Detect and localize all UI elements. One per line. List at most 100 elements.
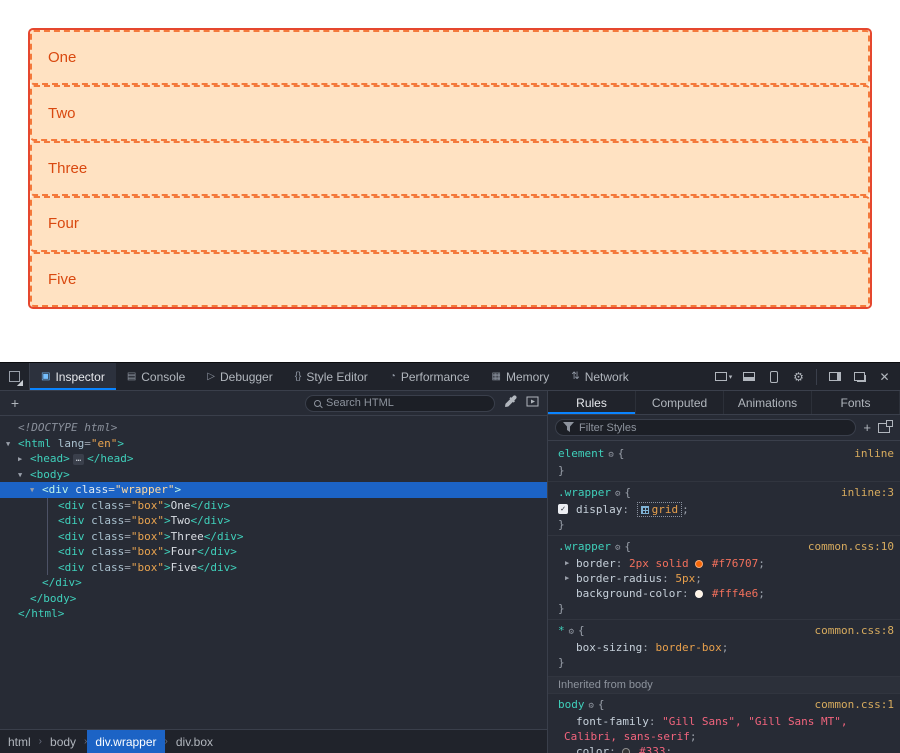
- markup-token: "box": [131, 561, 164, 574]
- expander-icon[interactable]: ▶: [565, 571, 569, 586]
- indent-guide: [47, 560, 48, 576]
- page-box-label: Five: [48, 271, 76, 288]
- rule-gear-icon[interactable]: ⚙: [608, 450, 613, 460]
- markup-token: "wrapper": [115, 483, 175, 496]
- tab-inspector[interactable]: ▣Inspector: [30, 363, 116, 390]
- markup-token: </div>: [42, 576, 82, 589]
- twisty-icon[interactable]: ▶: [18, 452, 22, 468]
- markup-token: lang: [51, 437, 84, 450]
- twisty-icon[interactable]: ▼: [30, 483, 34, 499]
- memory-icon: ▦: [492, 371, 501, 382]
- screenshot-icon[interactable]: [526, 396, 539, 410]
- css-declaration[interactable]: ▶border: 2px solid #f76707;: [558, 556, 894, 571]
- settings-icon[interactable]: ⚙: [787, 367, 810, 387]
- tab-performance[interactable]: ◔Performance: [379, 363, 481, 390]
- debugger-icon: ▷: [207, 371, 215, 382]
- sidebar-tab-fonts[interactable]: Fonts: [812, 391, 900, 414]
- tab-memory[interactable]: ▦Memory: [481, 363, 561, 390]
- rule-header: common.css:10.wrapper⚙{: [558, 539, 894, 556]
- sidebar-tab-computed[interactable]: Computed: [636, 391, 724, 414]
- eyedropper-icon[interactable]: [504, 395, 517, 411]
- expander-icon[interactable]: ▶: [565, 556, 569, 571]
- markup-line[interactable]: <div class="box">Four</div>: [0, 544, 547, 560]
- rule-selector: *: [558, 624, 565, 637]
- collapsed-ellipsis[interactable]: …: [73, 454, 84, 465]
- markup-token: >: [164, 499, 171, 512]
- markup-line[interactable]: </body>: [0, 591, 547, 607]
- search-input[interactable]: [326, 397, 486, 409]
- color-swatch[interactable]: [695, 560, 703, 568]
- rule-gear-icon[interactable]: ⚙: [569, 627, 574, 637]
- sidebar-tab-animations[interactable]: Animations: [724, 391, 812, 414]
- rule-gear-icon[interactable]: ⚙: [615, 543, 620, 553]
- markup-line[interactable]: </html>: [0, 606, 547, 622]
- markup-token: <div: [58, 530, 85, 543]
- responsive-design-icon[interactable]: [762, 367, 785, 387]
- color-swatch[interactable]: [622, 748, 630, 753]
- markup-token: =: [124, 561, 131, 574]
- tab-network[interactable]: ⇅Network: [560, 363, 639, 390]
- markup-line[interactable]: ▶<head>…</head>: [0, 451, 547, 467]
- css-value: #333: [632, 745, 665, 753]
- css-declaration[interactable]: color: #333;: [558, 744, 894, 753]
- tab-console[interactable]: ▤Console: [116, 363, 196, 390]
- indent-guide: [47, 513, 48, 529]
- markup-line[interactable]: <div class="box">Two</div>: [0, 513, 547, 529]
- rule-source-link[interactable]: inline:3: [841, 485, 894, 500]
- css-rule: common.css:8*⚙{box-sizing: border-box;}: [548, 619, 900, 673]
- markup-line[interactable]: <div class="box">Three</div>: [0, 529, 547, 545]
- twisty-icon[interactable]: ▼: [18, 468, 22, 484]
- css-rule: common.css:1body⚙{font-family: "Gill San…: [548, 693, 900, 753]
- separate-window-icon[interactable]: [848, 367, 871, 387]
- declaration-checkbox[interactable]: ✓: [558, 504, 568, 514]
- markup-line[interactable]: </div>: [0, 575, 547, 591]
- breadcrumb-item-html[interactable]: html: [0, 730, 39, 753]
- tab-style-editor[interactable]: {}Style Editor: [284, 363, 379, 390]
- dock-side-icon[interactable]: [823, 367, 846, 387]
- add-rule-button[interactable]: +: [863, 420, 871, 435]
- css-declaration-wrap: Calibri, sans-serif;: [558, 729, 894, 744]
- markup-token: <div: [58, 561, 85, 574]
- css-declaration[interactable]: background-color: #fff4e6;: [558, 586, 894, 601]
- markup-line[interactable]: <!DOCTYPE html>: [0, 420, 547, 436]
- dock-bottom-icon[interactable]: [737, 367, 760, 387]
- pseudo-class-panel-icon[interactable]: [878, 423, 890, 433]
- indent-guide: [47, 498, 48, 514]
- devtools-toolbar-right: ▾ ⚙ ✕: [712, 363, 900, 390]
- add-node-button[interactable]: +: [8, 395, 22, 411]
- rule-source-link[interactable]: common.css:1: [815, 697, 894, 712]
- rule-gear-icon[interactable]: ⚙: [589, 701, 594, 711]
- filter-styles: [555, 419, 856, 436]
- markup-token: <div: [58, 545, 85, 558]
- css-declaration[interactable]: box-sizing: border-box;: [558, 640, 894, 655]
- css-declaration[interactable]: ✓display: grid;: [558, 502, 894, 517]
- markup-token: One: [171, 499, 191, 512]
- node-picker-button[interactable]: [0, 363, 30, 390]
- rule-source-link[interactable]: common.css:8: [815, 623, 894, 638]
- markup-line[interactable]: ▼<div class="wrapper">: [0, 482, 547, 498]
- indent-guide: [47, 544, 48, 560]
- twisty-icon[interactable]: ▼: [6, 437, 10, 453]
- tab-debugger[interactable]: ▷Debugger: [196, 363, 283, 390]
- breadcrumb-item-div-box[interactable]: div.box: [168, 730, 221, 753]
- breadcrumb-item-body[interactable]: body: [42, 730, 84, 753]
- rule-source-link[interactable]: common.css:10: [808, 539, 894, 554]
- rule-gear-icon[interactable]: ⚙: [615, 489, 620, 499]
- page-box-label: Two: [48, 105, 76, 122]
- markup-line[interactable]: <div class="box">Five</div>: [0, 560, 547, 576]
- markup-line[interactable]: ▼<body>: [0, 467, 547, 483]
- markup-token: =: [124, 514, 131, 527]
- close-devtools-icon[interactable]: ✕: [873, 367, 896, 387]
- css-declaration[interactable]: font-family: "Gill Sans", "Gill Sans MT"…: [558, 714, 894, 729]
- markup-line[interactable]: <div class="box">One</div>: [0, 498, 547, 514]
- select-iframe-icon[interactable]: ▾: [712, 367, 735, 387]
- markup-line[interactable]: ▼<html lang="en">: [0, 436, 547, 452]
- sidebar-tab-rules[interactable]: Rules: [548, 391, 636, 414]
- rule-source-link[interactable]: inline: [854, 446, 894, 461]
- filter-styles-input[interactable]: [579, 422, 848, 434]
- color-swatch[interactable]: [695, 590, 703, 598]
- breadcrumb-item-div-wrapper[interactable]: div.wrapper: [87, 730, 164, 753]
- grid-toggle[interactable]: grid: [637, 502, 683, 517]
- css-value: #f76707: [705, 557, 758, 570]
- css-declaration[interactable]: ▶border-radius: 5px;: [558, 571, 894, 586]
